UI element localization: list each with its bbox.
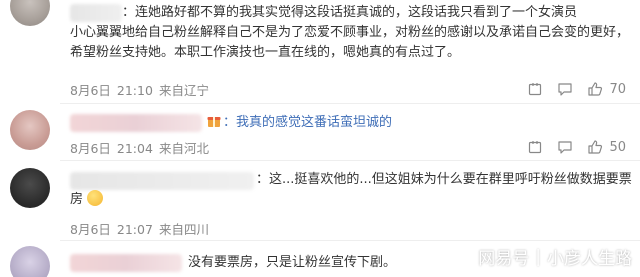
comment-source: 来自四川 xyxy=(158,222,209,237)
avatar[interactable] xyxy=(10,168,50,208)
comment-text: ：连她路好都不算的我其实觉得这段话挺真诚的，这段话我只看到了一个女演员 小心翼翼… xyxy=(70,5,630,60)
thumbs-up-icon xyxy=(588,82,603,96)
badge-icon xyxy=(207,117,221,127)
comment-actions: 50 xyxy=(527,138,626,156)
comment-date: 8月6日 xyxy=(70,83,111,98)
divider xyxy=(60,103,640,104)
watermark-account: 小彦人生路 xyxy=(547,249,632,269)
divider xyxy=(60,160,640,161)
comment-2: ：我真的感觉这番话蛮坦诚的 8月6日 21:04 来自河北 50 xyxy=(0,105,640,157)
comment-date: 8月6日 xyxy=(70,141,111,156)
comment-1: ：连她路好都不算的我其实觉得这段话挺真诚的，这段话我只看到了一个女演员 小心翼翼… xyxy=(0,0,640,102)
comment-time: 21:07 xyxy=(116,222,153,237)
comment-date: 8月6日 xyxy=(70,222,111,237)
comment-time: 21:04 xyxy=(116,141,153,156)
comment-text: 没有要票房，只是让粉丝宣传下剧。 xyxy=(188,255,397,270)
comment-meta: 8月6日 21:07 来自四川 xyxy=(70,219,215,238)
watermark-separator: | xyxy=(535,246,541,267)
comment-text: ：这...挺喜欢他的...但这姐妹为什么要在群里呼吁粉丝做数据要票 房 xyxy=(70,172,632,207)
watermark: 网易号 | 小彦人生路 xyxy=(452,244,632,269)
divider xyxy=(60,240,640,241)
avatar[interactable] xyxy=(10,246,50,277)
like-count: 50 xyxy=(609,139,626,155)
like-button[interactable]: 50 xyxy=(587,139,626,155)
comment-3: ：这...挺喜欢他的...但这姐妹为什么要在群里呼吁粉丝做数据要票 房 8月6日… xyxy=(0,162,640,240)
reply-icon[interactable] xyxy=(557,139,573,155)
comment-source: 来自河北 xyxy=(158,141,209,156)
watermark-brand: 网易号 xyxy=(478,249,530,269)
emoji-icon xyxy=(87,190,104,206)
avatar[interactable] xyxy=(10,0,50,26)
comment-meta: 8月6日 21:10 来自辽宁 xyxy=(70,80,215,99)
comment-source: 来自辽宁 xyxy=(158,83,209,98)
avatar[interactable] xyxy=(10,110,50,150)
netease-logo-icon xyxy=(452,246,473,267)
username-blurred[interactable] xyxy=(70,114,202,132)
comment-actions: 70 xyxy=(527,80,626,98)
comment-text: ：我真的感觉这番话蛮坦诚的 xyxy=(205,113,392,133)
share-icon[interactable] xyxy=(527,81,543,97)
comment-meta: 8月6日 21:04 来自河北 xyxy=(70,138,215,157)
like-count: 70 xyxy=(609,81,626,97)
comment-time: 21:10 xyxy=(116,83,153,98)
username-blurred[interactable] xyxy=(70,254,182,272)
like-button[interactable]: 70 xyxy=(587,81,626,97)
thumbs-up-icon xyxy=(588,140,603,154)
reply-icon[interactable] xyxy=(557,81,573,97)
share-icon[interactable] xyxy=(527,139,543,155)
